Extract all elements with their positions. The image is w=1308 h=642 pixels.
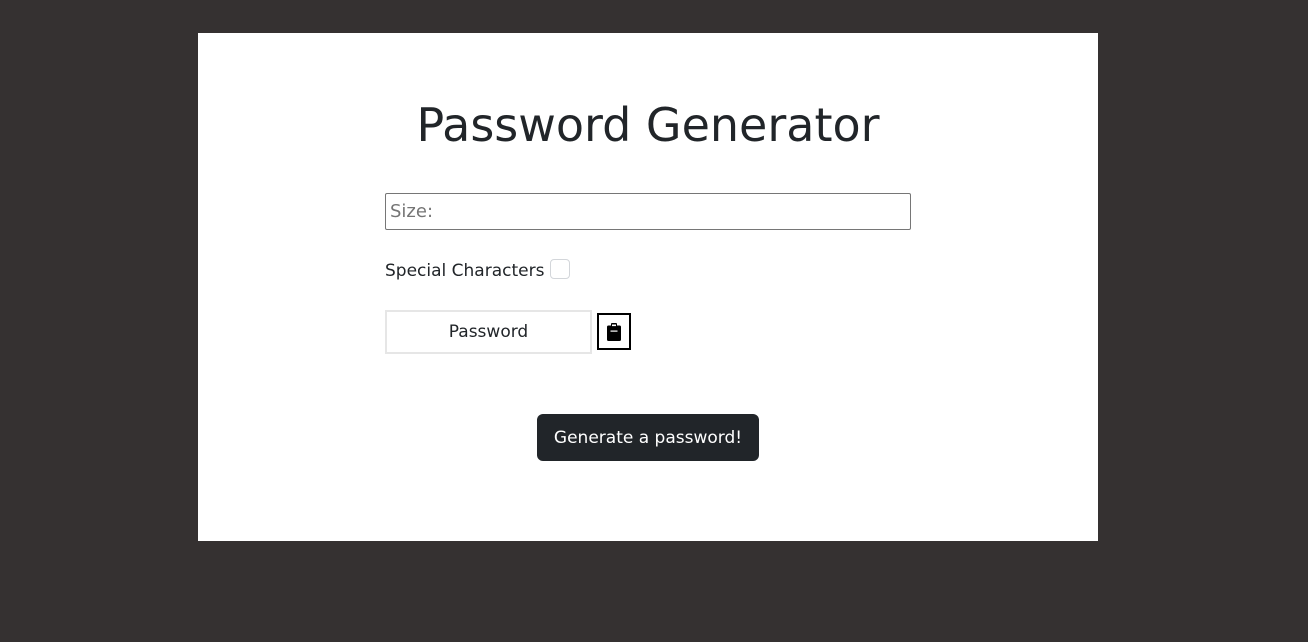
- generator-card: Password Generator Special Characters Pa…: [198, 33, 1098, 541]
- special-characters-row: Special Characters: [385, 259, 571, 283]
- special-characters-checkbox[interactable]: [550, 259, 571, 279]
- size-input[interactable]: [385, 193, 911, 230]
- password-output: Password: [385, 310, 592, 354]
- special-characters-label: Special Characters: [385, 261, 545, 281]
- page-title: Password Generator: [416, 98, 880, 152]
- clipboard-icon: [607, 322, 621, 341]
- copy-button[interactable]: [597, 313, 631, 350]
- generate-button[interactable]: Generate a password!: [537, 414, 759, 461]
